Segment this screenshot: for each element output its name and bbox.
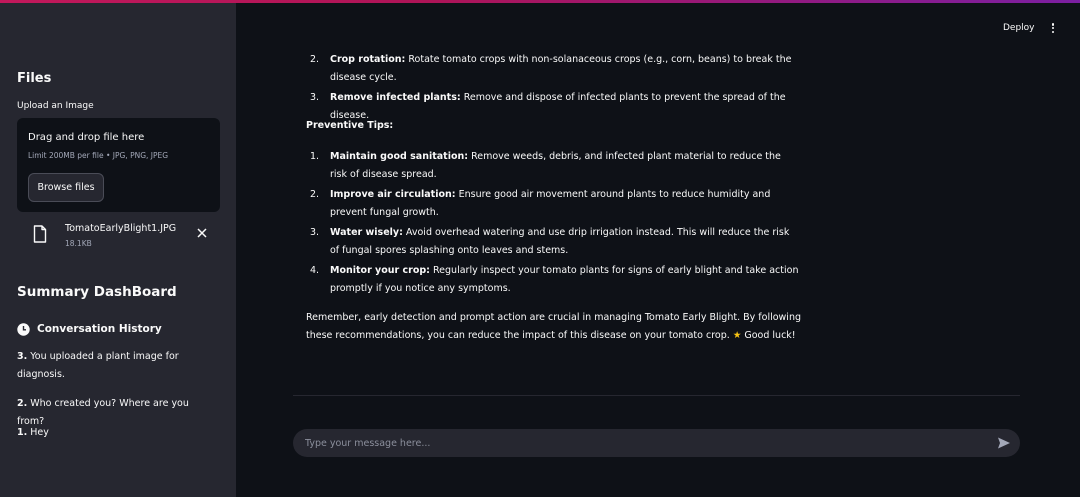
send-icon[interactable]	[997, 436, 1011, 450]
list-item-number: 2.	[310, 54, 320, 65]
history-item: 1. Hey	[17, 424, 217, 442]
history-item-number: 2.	[17, 398, 28, 409]
history-item-number: 3.	[17, 351, 28, 362]
history-item-text: You uploaded a plant image for diagnosis…	[17, 351, 179, 380]
star-icon: ★	[732, 330, 742, 341]
clock-icon	[17, 322, 30, 336]
list-item-term: Crop rotation:	[330, 54, 406, 65]
closing-paragraph: Remember, early detection and prompt act…	[306, 309, 806, 345]
uploaded-file-name: TomatoEarlyBlight1.JPG	[65, 223, 177, 234]
kebab-menu-icon[interactable]	[1047, 21, 1059, 35]
dropzone-limit: Limit 200MB per file • JPG, PNG, JPEG	[28, 151, 169, 160]
files-title: Files	[17, 71, 52, 86]
list-item-term: Remove infected plants:	[330, 92, 461, 103]
list-item-term: Water wisely:	[330, 227, 403, 238]
conversation-history-title: Conversation History	[37, 323, 162, 335]
history-item-text: Hey	[30, 427, 49, 438]
uploaded-file-row: TomatoEarlyBlight1.JPG 18.1KB	[30, 221, 220, 255]
preventive-tips-heading: Preventive Tips:	[306, 120, 394, 131]
list-item-number: 3.	[310, 92, 320, 103]
dropzone-title: Drag and drop file here	[28, 132, 145, 143]
closing-text: Remember, early detection and prompt act…	[306, 312, 801, 341]
chat-message-input[interactable]	[305, 429, 985, 457]
sidebar: Files Upload an Image Drag and drop file…	[0, 3, 236, 497]
summary-dashboard-title: Summary DashBoard	[17, 284, 177, 300]
history-item: 3. You uploaded a plant image for diagno…	[17, 348, 217, 384]
list-item-number: 1.	[310, 151, 320, 162]
list-item-number: 4.	[310, 265, 320, 276]
main-area: Deploy 2. Crop rotation: Rotate tomato c…	[236, 3, 1080, 497]
list-item-term: Maintain good sanitation:	[330, 151, 469, 162]
chat-divider	[293, 395, 1020, 396]
remove-file-icon[interactable]	[194, 225, 210, 241]
list-item-term: Improve air circulation:	[330, 189, 456, 200]
list-item-term: Monitor your crop:	[330, 265, 430, 276]
history-item-text: Who created you? Where are you from?	[17, 398, 189, 427]
history-item-number: 1.	[17, 427, 28, 438]
upload-label: Upload an Image	[17, 101, 94, 111]
browse-files-button[interactable]: Browse files	[28, 173, 104, 202]
list-item-number: 2.	[310, 189, 320, 200]
deploy-button[interactable]: Deploy	[1003, 23, 1035, 33]
list-item-number: 3.	[310, 227, 320, 238]
file-icon	[33, 225, 47, 243]
chat-input-container	[293, 429, 1020, 457]
uploaded-file-size: 18.1KB	[65, 239, 92, 248]
closing-end-text: Good luck!	[744, 330, 796, 341]
file-dropzone[interactable]: Drag and drop file here Limit 200MB per …	[17, 118, 220, 212]
conversation-history-header: Conversation History	[17, 321, 162, 337]
